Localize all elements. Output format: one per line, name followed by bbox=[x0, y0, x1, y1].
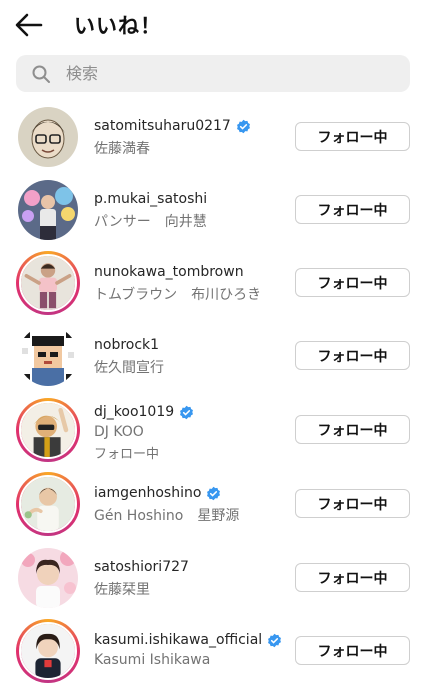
avatar[interactable] bbox=[16, 105, 80, 169]
avatar-image bbox=[21, 477, 75, 531]
avatar-story-ring[interactable] bbox=[16, 398, 80, 462]
avatar[interactable] bbox=[16, 324, 80, 388]
full-name: 佐藤満春 bbox=[94, 141, 150, 157]
avatar-story-ring[interactable] bbox=[16, 472, 80, 536]
username[interactable]: kasumi.ishikawa_official bbox=[94, 632, 282, 648]
top-bar: いいね！ bbox=[0, 0, 426, 50]
username[interactable]: iamgenhoshino bbox=[94, 485, 221, 501]
list-item[interactable]: dj_koo1019 DJ KOO フォロー中 フォロー中 bbox=[0, 392, 426, 465]
following-button[interactable]: フォロー中 bbox=[295, 489, 410, 518]
verified-badge-icon bbox=[268, 633, 282, 647]
username[interactable]: nobrock1 bbox=[94, 337, 159, 353]
search-input[interactable] bbox=[66, 55, 386, 92]
avatar-image bbox=[21, 624, 75, 678]
full-name: パンサー 向井慧 bbox=[94, 214, 207, 230]
page-title: いいね！ bbox=[74, 14, 162, 38]
username[interactable]: p.mukai_satoshi bbox=[94, 191, 207, 207]
search-icon bbox=[32, 65, 50, 83]
follows-you-label: フォロー中 bbox=[94, 447, 160, 462]
verified-badge-icon bbox=[180, 405, 194, 419]
list-item[interactable]: nobrock1 佐久間宣行 フォロー中 bbox=[0, 319, 426, 392]
avatar-image bbox=[18, 326, 78, 386]
username[interactable]: satoshiori727 bbox=[94, 559, 189, 575]
following-button[interactable]: フォロー中 bbox=[295, 341, 410, 370]
username[interactable]: dj_koo1019 bbox=[94, 404, 194, 420]
full-name: トムブラウン 布川ひろき bbox=[94, 287, 262, 303]
list-item[interactable]: nunokawa_tombrown トムブラウン 布川ひろき フォロー中 bbox=[0, 246, 426, 319]
username[interactable]: satomitsuharu0217 bbox=[94, 118, 251, 134]
avatar-image bbox=[18, 548, 78, 608]
back-arrow-icon bbox=[15, 13, 43, 37]
list-item[interactable]: satoshiori727 佐藤栞里 フォロー中 bbox=[0, 541, 426, 614]
full-name: DJ KOO bbox=[94, 424, 144, 440]
full-name: Gén Hoshino 星野源 bbox=[94, 508, 240, 524]
following-button[interactable]: フォロー中 bbox=[295, 563, 410, 592]
list-item[interactable]: p.mukai_satoshi パンサー 向井慧 フォロー中 bbox=[0, 173, 426, 246]
verified-badge-icon bbox=[207, 486, 221, 500]
following-button[interactable]: フォロー中 bbox=[295, 122, 410, 151]
following-button[interactable]: フォロー中 bbox=[295, 636, 410, 665]
full-name: Kasumi Ishikawa bbox=[94, 652, 211, 668]
avatar-image bbox=[18, 107, 78, 167]
full-name: 佐藤栞里 bbox=[94, 582, 150, 598]
avatar-image bbox=[21, 403, 75, 457]
list-item[interactable]: iamgenhoshino Gén Hoshino 星野源 フォロー中 bbox=[0, 467, 426, 540]
list-item[interactable]: kasumi.ishikawa_official Kasumi Ishikawa… bbox=[0, 614, 426, 687]
avatar[interactable] bbox=[16, 178, 80, 242]
list-item[interactable]: satomitsuharu0217 佐藤満春 フォロー中 bbox=[0, 100, 426, 173]
avatar-story-ring[interactable] bbox=[16, 251, 80, 315]
verified-badge-icon bbox=[236, 119, 250, 133]
following-button[interactable]: フォロー中 bbox=[295, 268, 410, 297]
avatar-image bbox=[21, 256, 75, 310]
avatar-story-ring[interactable] bbox=[16, 619, 80, 683]
username[interactable]: nunokawa_tombrown bbox=[94, 264, 244, 280]
back-button[interactable] bbox=[14, 11, 44, 39]
avatar-image bbox=[18, 180, 78, 240]
following-button[interactable]: フォロー中 bbox=[295, 195, 410, 224]
full-name: 佐久間宣行 bbox=[94, 360, 164, 376]
following-button[interactable]: フォロー中 bbox=[295, 415, 410, 444]
avatar[interactable] bbox=[16, 546, 80, 610]
search-bar[interactable] bbox=[16, 55, 410, 92]
